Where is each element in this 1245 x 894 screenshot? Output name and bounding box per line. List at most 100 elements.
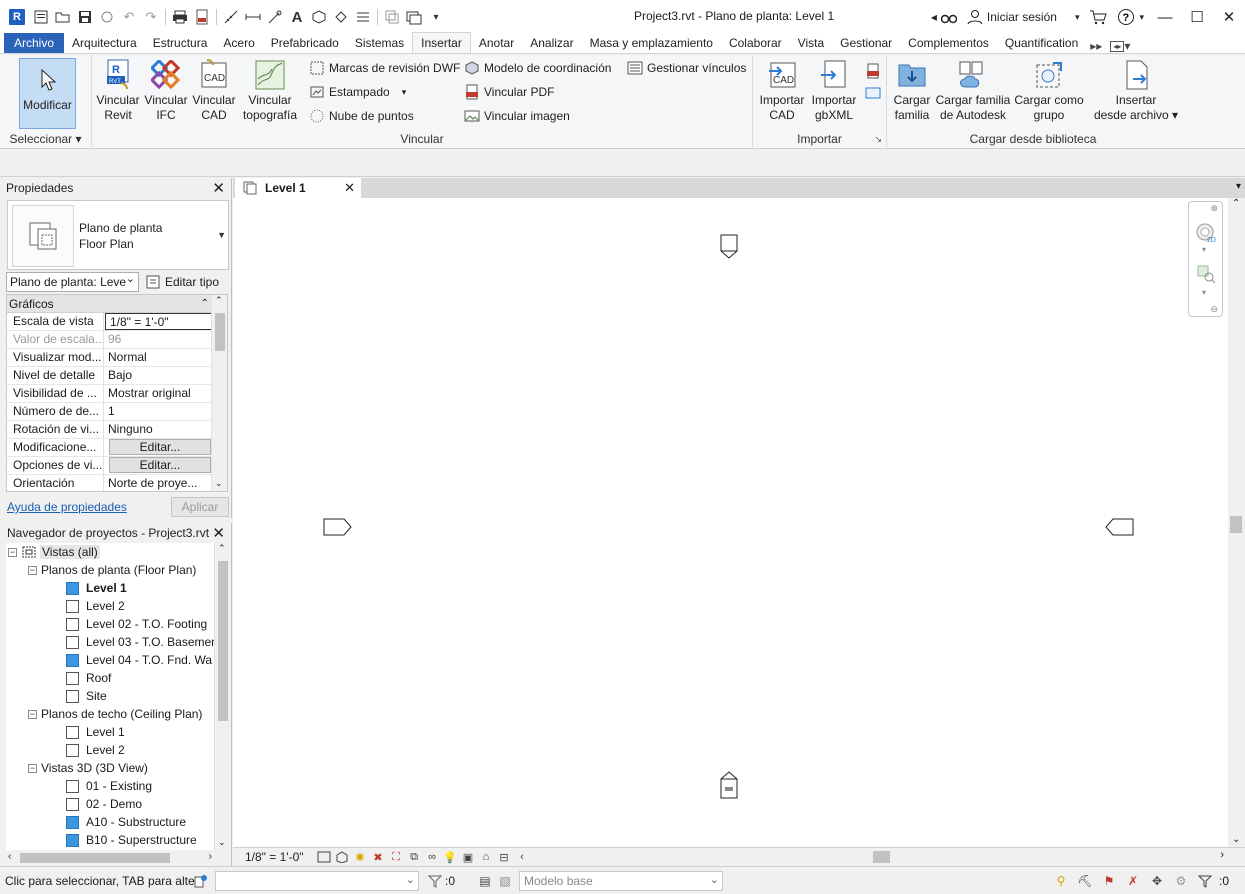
properties-scrollbar[interactable]: ⌃ ⌄	[211, 295, 227, 491]
tab-gestionar[interactable]: Gestionar	[832, 33, 900, 53]
elevation-marker-east[interactable]	[1104, 518, 1134, 541]
modify-button[interactable]: Modificar	[19, 58, 76, 129]
tree-item-ceiling-level-1[interactable]: Level 1	[66, 723, 125, 741]
tree-item-site[interactable]: Site	[66, 687, 107, 705]
manage-links-button[interactable]: Gestionar vínculos	[627, 60, 746, 76]
tree-item-3d-substructure[interactable]: A10 - Substructure	[66, 813, 186, 831]
close-hidden-icon[interactable]	[382, 7, 402, 27]
tree-node-ceiling-plans[interactable]: − Planos de techo (Ceiling Plan)	[28, 705, 202, 723]
steering-wheel-icon[interactable]: 2D	[1195, 222, 1217, 247]
close-properties-icon[interactable]: ✕	[212, 179, 225, 197]
collapse-toggle-icon[interactable]: −	[8, 547, 17, 557]
sun-path-icon[interactable]: ✺	[351, 849, 369, 865]
wheel-menu-icon[interactable]: ▾	[1202, 245, 1206, 254]
sign-in-button[interactable]: Iniciar sesión ▾	[962, 0, 1085, 34]
group-graphics[interactable]: Gráficos ⌃	[7, 295, 227, 313]
properties-help-link[interactable]: Ayuda de propiedades	[7, 500, 127, 514]
link-pdf-button[interactable]: Vincular PDF	[464, 84, 554, 100]
tree-item-3d-demo[interactable]: 02 - Demo	[66, 795, 142, 813]
tab-estructura[interactable]: Estructura	[145, 33, 216, 53]
revit-logo-icon[interactable]: R	[9, 9, 25, 25]
collapse-icon[interactable]: ⌃	[201, 298, 209, 309]
tab-colaborar[interactable]: Colaborar	[721, 33, 790, 53]
maximize-button[interactable]: ☐	[1181, 0, 1213, 34]
prop-row[interactable]: Visibilidad de ... Mostrar original	[7, 385, 227, 403]
tab-menu-icon[interactable]: ▾	[1236, 181, 1241, 192]
edit-overrides-button[interactable]: Editar...	[109, 439, 211, 455]
print-icon[interactable]	[170, 7, 190, 27]
reveal-hidden-icon[interactable]: 💡	[441, 849, 459, 865]
import-gbxml-button[interactable]: Importar gbXML	[809, 59, 859, 123]
select-panel-label[interactable]: Seleccionar ▾	[0, 132, 91, 146]
browser-vscrollbar[interactable]: ⌃ ⌄	[214, 543, 230, 850]
tag-icon[interactable]	[265, 7, 285, 27]
prop-row[interactable]: Opciones de vi... Editar...	[7, 457, 227, 475]
help-icon[interactable]: ? ▾	[1112, 0, 1149, 34]
tab-arquitectura[interactable]: Arquitectura	[64, 33, 145, 53]
select-underlay-icon[interactable]: ⛏	[1075, 871, 1095, 891]
redo-icon[interactable]: ↷	[141, 7, 161, 27]
type-selector[interactable]: Plano de planta Floor Plan ▼	[7, 200, 229, 270]
text-icon[interactable]: A	[287, 7, 307, 27]
visual-style-icon[interactable]	[333, 849, 351, 865]
edit-display-options-button[interactable]: Editar...	[109, 457, 211, 473]
link-image-button[interactable]: Vincular imagen	[464, 108, 570, 124]
undo-icon[interactable]: ↶	[119, 7, 139, 27]
load-family-button[interactable]: Cargar familia	[889, 59, 935, 123]
tree-item-level-04[interactable]: Level 04 - T.O. Fnd. Wa	[66, 651, 212, 669]
elevation-marker-south[interactable]	[720, 771, 740, 804]
tree-item-level-03[interactable]: Level 03 - T.O. Basemen	[66, 633, 218, 651]
apply-button[interactable]: Aplicar	[171, 497, 229, 517]
view-scale-input[interactable]: 1/8" = 1'-0"	[105, 313, 213, 330]
thin-lines-icon[interactable]	[353, 7, 373, 27]
close-window-button[interactable]: ✕	[1213, 0, 1245, 34]
scroll-up-icon[interactable]: ⌃	[218, 543, 226, 554]
edit-type-button[interactable]: Editar tipo	[145, 274, 219, 290]
collapse-toggle-icon[interactable]: −	[28, 763, 37, 773]
more-tabs-icon[interactable]: ▸▸ ◂▸ ▾	[1090, 39, 1130, 53]
close-view-tab-icon[interactable]: ✕	[344, 180, 355, 196]
tree-node-floor-plans[interactable]: − Planos de planta (Floor Plan)	[28, 561, 196, 579]
link-cad-button[interactable]: CAD Vincular CAD	[190, 59, 238, 123]
scroll-right-icon[interactable]: ›	[1220, 849, 1224, 861]
zoom-region-icon[interactable]	[1196, 264, 1216, 287]
temp-view-properties-icon[interactable]: ▣	[459, 849, 477, 865]
scroll-down-icon[interactable]: ⌄	[215, 478, 223, 489]
prop-row[interactable]: Rotación de vi... Ninguno	[7, 421, 227, 439]
canvas-hscroll-thumb[interactable]	[873, 851, 890, 863]
3d-view-icon[interactable]	[309, 7, 329, 27]
tab-analizar[interactable]: Analizar	[522, 33, 581, 53]
sync-icon[interactable]	[97, 7, 117, 27]
scroll-right-icon[interactable]: ›	[209, 851, 212, 862]
editable-only-icon[interactable]: ▤	[475, 871, 495, 891]
detail-level-icon[interactable]	[315, 849, 333, 865]
view-tab-level-1[interactable]: Level 1 ✕	[235, 178, 361, 198]
link-topography-button[interactable]: Vincular topografía	[238, 59, 302, 123]
import-dialog-launcher-icon[interactable]: ↘	[874, 134, 882, 145]
close-navbar-icon[interactable]: ⊗	[1210, 203, 1218, 214]
switch-windows-icon[interactable]	[404, 7, 424, 27]
drawing-canvas[interactable]	[233, 198, 1228, 847]
prop-row[interactable]: Modificacione... Editar...	[7, 439, 227, 457]
background-processes-icon[interactable]: ⚙	[1171, 871, 1191, 891]
scroll-left-icon[interactable]: ‹	[513, 849, 531, 865]
tab-vista[interactable]: Vista	[790, 33, 832, 53]
elevation-marker-west[interactable]	[323, 518, 353, 541]
view-scale-selector[interactable]: 1/8" = 1'-0"	[245, 850, 315, 864]
workset-select[interactable]: ⌄	[215, 870, 419, 891]
minimize-button[interactable]: —	[1149, 0, 1181, 34]
tree-item-level-2[interactable]: Level 2	[66, 597, 125, 615]
close-browser-icon[interactable]: ✕	[212, 524, 225, 542]
canvas-vscrollbar[interactable]: ⌃ ⌄	[1228, 198, 1245, 847]
tab-complementos[interactable]: Complementos	[900, 33, 997, 53]
link-revit-button[interactable]: R RVT Vincular Revit	[94, 59, 142, 123]
home-icon[interactable]	[31, 7, 51, 27]
tree-item-roof[interactable]: Roof	[66, 669, 111, 687]
select-pinned-icon[interactable]: ⚑	[1099, 871, 1119, 891]
collapse-toggle-icon[interactable]: −	[28, 565, 37, 575]
scroll-left-icon[interactable]: ‹	[8, 851, 11, 862]
collapse-toggle-icon[interactable]: −	[28, 709, 37, 719]
show-crop-icon[interactable]: ⧉	[405, 849, 423, 865]
select-by-face-icon[interactable]: ✗	[1123, 871, 1143, 891]
dimension-icon[interactable]	[243, 7, 263, 27]
